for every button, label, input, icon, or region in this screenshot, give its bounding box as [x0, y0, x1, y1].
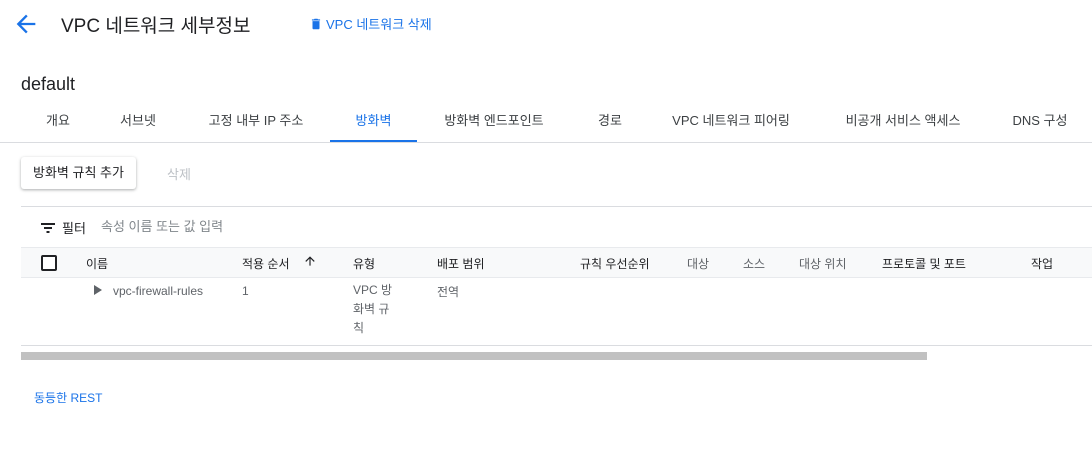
trash-icon	[311, 18, 321, 29]
delete-rule-button[interactable]: 삭제	[167, 164, 191, 183]
rule-type-line: VPC 방	[353, 283, 393, 297]
tab-overview[interactable]: 개요	[21, 100, 95, 142]
filter-label: 필터	[62, 221, 86, 236]
table-row[interactable]: vpc-firewall-rules 1 VPC 방 화벽 규 칙 전역	[21, 277, 1092, 346]
rule-type-line: 칙	[353, 321, 365, 335]
tab-vpc-peering[interactable]: VPC 네트워크 피어링	[658, 100, 804, 142]
column-header-type[interactable]: 유형	[353, 255, 375, 272]
network-name: default	[21, 74, 76, 94]
tab-firewall[interactable]: 방화벽	[330, 100, 417, 142]
equivalent-rest-link[interactable]: 동등한 REST	[34, 389, 102, 406]
delete-network-button[interactable]: VPC 네트워크 삭제	[309, 14, 432, 33]
rule-order: 1	[242, 284, 249, 298]
rule-type-line: 화벽 규	[353, 302, 390, 316]
delete-network-label: VPC 네트워크 삭제	[326, 17, 432, 32]
tab-firewall-endpoints[interactable]: 방화벽 엔드포인트	[431, 100, 557, 142]
caret-right-icon[interactable]	[94, 285, 102, 295]
tab-static-internal-ip[interactable]: 고정 내부 IP 주소	[192, 100, 320, 142]
column-header-order[interactable]: 적용 순서	[242, 255, 290, 272]
filter-icon	[41, 223, 55, 233]
page-title: VPC 네트워크 세부정보	[61, 16, 251, 37]
rule-type: VPC 방 화벽 규 칙	[353, 281, 415, 338]
column-header-priority[interactable]: 규칙 우선순위	[580, 255, 650, 272]
column-header-action[interactable]: 작업	[1031, 255, 1053, 272]
column-header-protocol-port[interactable]: 프로토콜 및 포트	[882, 255, 966, 272]
column-header-target-location[interactable]: 대상 위치	[799, 255, 847, 272]
column-header-scope[interactable]: 배포 범위	[437, 255, 485, 272]
tab-private-service-access[interactable]: 비공개 서비스 액세스	[826, 100, 980, 142]
arrow-up-icon[interactable]	[303, 254, 317, 268]
back-button[interactable]	[12, 10, 40, 38]
arrow-left-icon	[16, 14, 36, 34]
column-header-source[interactable]: 소스	[743, 255, 765, 272]
select-all-checkbox[interactable]	[41, 255, 57, 271]
filter-bar: 필터	[21, 206, 1092, 247]
tab-subnets[interactable]: 서브넷	[104, 100, 172, 142]
tab-bar: 개요 서브넷 고정 내부 IP 주소 방화벽 방화벽 엔드포인트 경로 VPC …	[0, 100, 1092, 143]
horizontal-scrollbar-thumb[interactable]	[21, 352, 927, 360]
table-header: 이름 적용 순서 유형 배포 범위 규칙 우선순위 대상 소스 대상 위치 프로…	[21, 247, 1092, 278]
tab-dns-config[interactable]: DNS 구성	[1000, 100, 1080, 142]
rule-scope: 전역	[437, 285, 460, 299]
column-header-name[interactable]: 이름	[86, 255, 108, 272]
column-header-target[interactable]: 대상	[687, 255, 709, 272]
tab-routes[interactable]: 경로	[580, 100, 640, 142]
filter-input[interactable]	[101, 216, 501, 236]
add-firewall-rule-button[interactable]: 방화벽 규칙 추가	[21, 157, 136, 189]
rule-name: vpc-firewall-rules	[113, 284, 204, 298]
